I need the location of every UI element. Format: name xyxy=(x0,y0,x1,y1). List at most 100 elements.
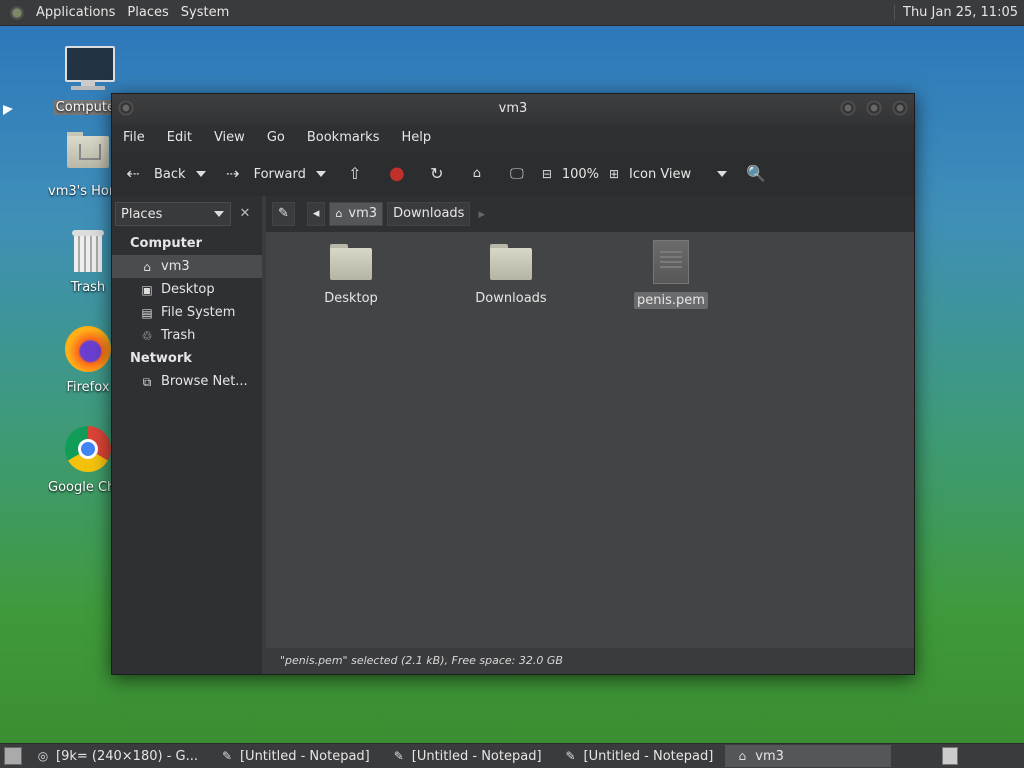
forward-label: Forward xyxy=(253,166,306,182)
sidebar-close-icon[interactable]: ✕ xyxy=(234,202,256,226)
view-mode-label: Icon View xyxy=(629,166,692,182)
sidebar: Places ✕ Computer ⌂ vm3 ▣ Desktop ▤ File… xyxy=(112,196,266,674)
back-history-dropdown-icon[interactable] xyxy=(195,171,206,177)
notepad-icon: ✎ xyxy=(565,749,576,763)
file-name: Downloads xyxy=(475,291,547,306)
menu-file[interactable]: File xyxy=(112,124,156,152)
close-icon[interactable] xyxy=(892,100,908,116)
sidebar-selector-label: Places xyxy=(121,206,163,222)
chrome-icon xyxy=(63,426,113,476)
computer-icon[interactable]: 🖵 xyxy=(506,163,528,185)
mouse-cursor-icon xyxy=(3,105,13,119)
path-right-chevron-icon[interactable]: ▸ xyxy=(478,207,485,222)
chevron-down-icon xyxy=(717,171,728,177)
sidebar-item-browse-network[interactable]: ⧉ Browse Net... xyxy=(112,370,262,393)
section-header-computer: Computer xyxy=(130,236,203,251)
taskbar: ◎ [9k= (240×180) - G... ✎ [Untitled - No… xyxy=(0,743,1024,768)
sidebar-item-trash[interactable]: ♲ Trash xyxy=(112,324,262,347)
view-mode-dropdown[interactable]: Icon View xyxy=(629,166,728,182)
home-icon: ⌂ xyxy=(335,207,343,220)
stop-icon[interactable]: ● xyxy=(386,163,408,185)
home-icon: ⌂ xyxy=(143,259,151,274)
network-icon: ⧉ xyxy=(142,374,152,389)
path-segment-label: vm3 xyxy=(348,206,378,221)
edit-location-icon[interactable]: ✎ xyxy=(272,202,295,226)
file-view[interactable]: Desktop Downloads penis.pem xyxy=(266,232,914,648)
drive-icon: ▤ xyxy=(141,305,153,320)
menu-go[interactable]: Go xyxy=(256,124,296,152)
menu-system[interactable]: System xyxy=(175,0,235,25)
maximize-icon[interactable] xyxy=(866,100,882,116)
menu-help[interactable]: Help xyxy=(390,124,442,152)
chrome-icon: ◎ xyxy=(37,749,49,763)
back-button[interactable]: ⇠ Back xyxy=(122,163,206,185)
folder-icon xyxy=(490,244,532,280)
zoom-in-icon[interactable]: ⊞ xyxy=(603,163,625,185)
trash-icon: ♲ xyxy=(141,328,153,343)
task-label: [Untitled - Notepad] xyxy=(411,748,542,764)
back-arrow-icon: ⇠ xyxy=(126,164,140,183)
sidebar-item-label: vm3 xyxy=(161,259,190,274)
zoom-level: 100% xyxy=(561,166,600,182)
sidebar-selector[interactable]: Places xyxy=(115,202,231,226)
path-segment-label: Downloads xyxy=(393,206,465,221)
places-tree: Computer ⌂ vm3 ▣ Desktop ▤ File System ♲… xyxy=(112,232,262,393)
sidebar-item-vm3[interactable]: ⌂ vm3 xyxy=(112,255,262,278)
notepad-icon: ✎ xyxy=(221,749,233,763)
trash-icon xyxy=(63,226,113,276)
task-notepad-2[interactable]: ✎ [Untitled - Notepad] xyxy=(382,745,550,767)
top-panel: Applications Places System Thu Jan 25, 1… xyxy=(0,0,1024,26)
task-label: [Untitled - Notepad] xyxy=(583,748,714,764)
notepad-icon: ✎ xyxy=(393,749,404,763)
menubar: File Edit View Go Bookmarks Help xyxy=(112,124,914,152)
minimize-icon[interactable] xyxy=(840,100,856,116)
computer-icon xyxy=(63,46,115,96)
home-icon[interactable]: ⌂ xyxy=(466,163,488,185)
sidebar-item-label: File System xyxy=(161,305,236,320)
toolbar: ⇠ Back ⇢ Forward ⇧ ● ↻ ⌂ 🖵 ⊟ 100% ⊞ Icon… xyxy=(112,152,914,197)
menu-places[interactable]: Places xyxy=(121,0,174,25)
window-menu-icon[interactable] xyxy=(118,100,134,116)
path-segment-downloads[interactable]: Downloads xyxy=(387,202,471,226)
task-label: [Untitled - Notepad] xyxy=(239,748,370,764)
up-arrow-icon[interactable]: ⇧ xyxy=(344,163,366,185)
search-icon[interactable]: 🔍 xyxy=(745,163,767,185)
task-notepad-3[interactable]: ✎ [Untitled - Notepad] xyxy=(554,745,722,767)
window-titlebar[interactable]: vm3 xyxy=(112,94,914,124)
forward-button[interactable]: ⇢ Forward xyxy=(222,163,326,185)
workspace-switcher[interactable] xyxy=(942,747,958,765)
clock[interactable]: Thu Jan 25, 11:05 xyxy=(894,5,1024,20)
menu-applications[interactable]: Applications xyxy=(30,0,121,25)
firefox-icon xyxy=(63,326,113,376)
path-segment-vm3[interactable]: ⌂ vm3 xyxy=(329,202,384,226)
task-label: [9k= (240×180) - G... xyxy=(56,748,198,764)
sidebar-item-label: Browse Net... xyxy=(161,374,248,389)
folder-icon xyxy=(330,244,372,280)
folder-icon: ⌂ xyxy=(738,749,747,763)
task-chrome[interactable]: ◎ [9k= (240×180) - G... xyxy=(26,745,206,767)
desktop-icon: ▣ xyxy=(141,282,153,297)
file-item-desktop[interactable]: Desktop xyxy=(301,232,401,307)
task-notepad-1[interactable]: ✎ [Untitled - Notepad] xyxy=(210,745,378,767)
app-menu-logo-icon[interactable] xyxy=(8,3,26,22)
reload-icon[interactable]: ↻ xyxy=(426,163,448,185)
back-label: Back xyxy=(154,166,186,182)
menu-view[interactable]: View xyxy=(203,124,256,152)
sidebar-item-label: Trash xyxy=(161,328,196,343)
show-desktop-icon[interactable] xyxy=(4,747,22,765)
file-item-penis-pem[interactable]: penis.pem xyxy=(621,232,721,309)
content-area: Places ✕ Computer ⌂ vm3 ▣ Desktop ▤ File… xyxy=(112,196,914,674)
menu-edit[interactable]: Edit xyxy=(156,124,203,152)
file-item-downloads[interactable]: Downloads xyxy=(461,232,561,307)
forward-arrow-icon: ⇢ xyxy=(225,164,240,183)
forward-history-dropdown-icon[interactable] xyxy=(315,171,326,177)
path-left-chevron-icon[interactable]: ◂ xyxy=(306,202,326,226)
sidebar-item-desktop[interactable]: ▣ Desktop xyxy=(112,278,262,301)
window-title: vm3 xyxy=(498,101,528,116)
home-folder-icon xyxy=(63,130,113,180)
zoom-out-icon[interactable]: ⊟ xyxy=(536,163,558,185)
sidebar-item-file-system[interactable]: ▤ File System xyxy=(112,301,262,324)
task-vm3[interactable]: ⌂ vm3 xyxy=(725,745,892,767)
menu-bookmarks[interactable]: Bookmarks xyxy=(296,124,391,152)
pathbar: ✎ ◂ ⌂ vm3 Downloads ▸ xyxy=(266,196,914,232)
